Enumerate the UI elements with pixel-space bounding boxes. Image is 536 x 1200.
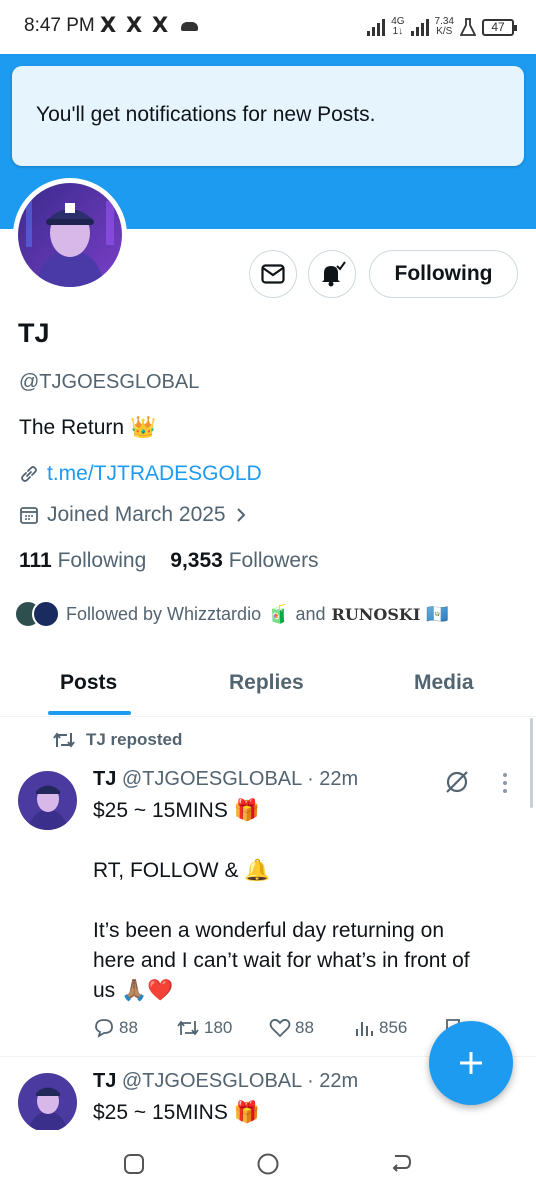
- cloud-icon: [181, 22, 198, 31]
- flag-emoji: 🇬🇹: [426, 603, 449, 624]
- home-icon[interactable]: [256, 1152, 280, 1176]
- post-text-line: $25 ~ 15MINS 🎁: [93, 799, 260, 822]
- bell-check-icon: [322, 261, 346, 287]
- heart-icon: [269, 1018, 291, 1038]
- following-button[interactable]: Following: [369, 250, 518, 298]
- tab-replies[interactable]: Replies: [229, 671, 304, 695]
- reply-button[interactable]: 88: [93, 1018, 138, 1038]
- calendar-icon: [20, 507, 38, 524]
- signal-icon-2: [410, 18, 429, 36]
- notification-toast: You'll get notifications for new Posts.: [12, 66, 524, 166]
- post-author[interactable]: TJ: [93, 768, 116, 790]
- link-text[interactable]: t.me/TJTRADESGOLD: [47, 462, 262, 486]
- post-handle-time: @TJGOESGLOBAL · 22m: [121, 768, 359, 790]
- clock: 8:47 PM: [24, 15, 95, 36]
- flask-icon: [460, 18, 476, 36]
- post-header: TJ @TJGOESGLOBAL · 22m: [93, 768, 358, 791]
- grok-icon[interactable]: [444, 769, 470, 795]
- mutual-name: RUNOSKI: [331, 604, 421, 624]
- post-text-line: It’s been a wonderful day returning on: [93, 919, 445, 942]
- repost-icon: [177, 1020, 199, 1036]
- profile-bio: The Return 👑: [19, 416, 156, 440]
- more-vertical-icon[interactable]: [500, 771, 510, 795]
- avatar-image: [18, 183, 122, 287]
- post-text-line: us 🙏🏽❤️: [93, 979, 174, 1002]
- network-type: 4G 1↓: [391, 16, 405, 37]
- envelope-icon: [261, 264, 285, 284]
- views-icon: [356, 1022, 373, 1036]
- post-text-line: here and I can’t wait for what’s in fron…: [93, 949, 470, 972]
- followers-count-link[interactable]: 9,353 Followers: [170, 549, 318, 573]
- recents-icon[interactable]: [122, 1152, 146, 1176]
- active-tab-indicator: [48, 711, 131, 715]
- link-icon: [21, 466, 37, 482]
- tab-media[interactable]: Media: [414, 671, 474, 695]
- signal-icon: [367, 18, 386, 36]
- repost-indicator: TJ reposted: [52, 730, 182, 750]
- repost-button[interactable]: 180: [176, 1018, 232, 1038]
- post-author[interactable]: TJ: [93, 1070, 116, 1092]
- toast-text: You'll get notifications for new Posts.: [36, 103, 376, 126]
- post-text-line: $25 ~ 15MINS 🎁: [93, 1101, 260, 1124]
- profile-avatar[interactable]: [13, 178, 127, 292]
- followed-by[interactable]: Followed by Whizztardio 🧃 and RUNOSKI 🇬🇹: [14, 600, 449, 628]
- juice-emoji: 🧃: [267, 603, 290, 624]
- post-handle-time: @TJGOESGLOBAL · 22m: [121, 1070, 359, 1092]
- post-avatar[interactable]: [18, 771, 77, 830]
- plus-icon: [460, 1052, 482, 1074]
- chevron-right-icon: [236, 508, 246, 522]
- message-button[interactable]: [249, 250, 297, 298]
- followed-by-text: Followed by Whizztardio: [66, 603, 262, 624]
- battery-icon: 47: [482, 18, 517, 36]
- profile-tabs: Posts Replies Media: [0, 660, 536, 717]
- system-nav-bar: [0, 1130, 536, 1200]
- repost-icon: [53, 732, 75, 748]
- post-header: TJ @TJGOESGLOBAL · 22m: [93, 1070, 358, 1093]
- like-button[interactable]: 88: [269, 1018, 314, 1038]
- joined-date[interactable]: Joined March 2025: [19, 503, 248, 527]
- network-speed: 7.34 K/S: [434, 16, 454, 37]
- x-app-icon: X: [126, 13, 143, 37]
- post-avatar[interactable]: [18, 1073, 77, 1132]
- post-text-line: RT, FOLLOW & 🔔: [93, 859, 271, 882]
- mutual-avatar: [32, 600, 60, 628]
- profile-name: TJ: [18, 318, 50, 348]
- views-button[interactable]: 856: [355, 1018, 407, 1038]
- tab-posts[interactable]: Posts: [60, 671, 117, 695]
- compose-button[interactable]: [429, 1021, 513, 1105]
- joined-text: Joined March 2025: [47, 503, 226, 526]
- crown-emoji: 👑: [130, 416, 157, 439]
- reply-icon: [95, 1019, 113, 1038]
- and-text: and: [295, 603, 326, 624]
- profile-link[interactable]: t.me/TJTRADESGOLD: [19, 462, 262, 486]
- follow-counts: 111 Following 9,353 Followers: [19, 549, 319, 573]
- x-app-icon: X: [100, 13, 117, 37]
- x-app-icon: X: [152, 13, 169, 37]
- following-count-link[interactable]: 111 Following: [19, 549, 146, 573]
- bio-text: The Return: [19, 416, 125, 439]
- notifications-button[interactable]: [308, 250, 356, 298]
- repost-label: TJ reposted: [86, 730, 183, 749]
- status-bar: 8:47 PM X X X 4G 1↓ 7.34 K/S 47: [0, 0, 536, 54]
- scrollbar[interactable]: [530, 718, 533, 808]
- profile-handle: @TJGOESGLOBAL: [19, 371, 200, 393]
- back-icon[interactable]: [389, 1152, 413, 1176]
